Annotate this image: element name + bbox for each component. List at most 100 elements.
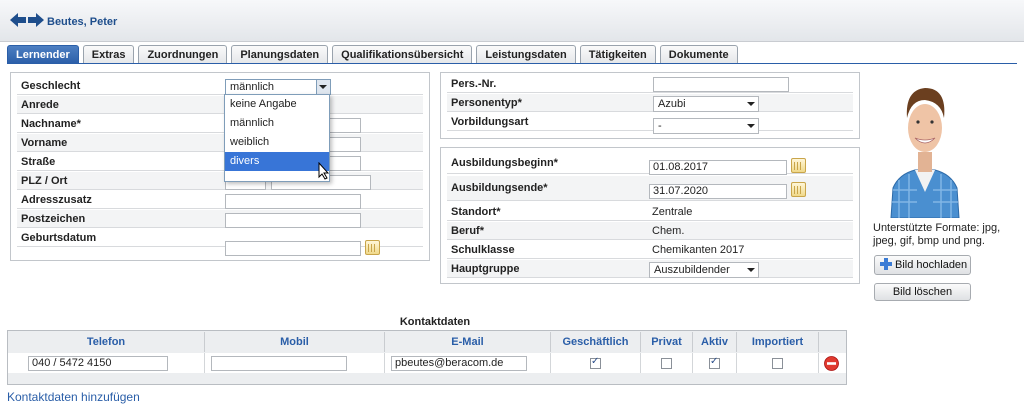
- beruf-value: Chem.: [652, 225, 685, 237]
- table-row: 040 / 5472 4150: [8, 353, 205, 373]
- mobil-input[interactable]: [211, 356, 347, 371]
- geburtsdatum-input[interactable]: [225, 241, 361, 256]
- ende-label: Ausbildungsende*: [451, 182, 548, 194]
- col-aktiv: Aktiv: [693, 332, 737, 352]
- hauptgruppe-value: Auszubildender: [654, 264, 730, 276]
- tab-dokumente[interactable]: Dokumente: [659, 45, 738, 64]
- vorname-label: Vorname: [21, 137, 68, 149]
- chevron-down-icon: [747, 268, 755, 272]
- tab-zuordnungen[interactable]: Zuordnungen: [138, 45, 228, 64]
- personentyp-label: Personentyp*: [451, 97, 522, 109]
- dropdown-button[interactable]: [316, 80, 330, 94]
- row-adresszusatz: Adresszusatz: [17, 191, 423, 209]
- vorbildung-label: Vorbildungsart: [451, 116, 529, 128]
- row-beruf: Beruf* Chem.: [447, 222, 853, 240]
- back-arrow-icon[interactable]: [10, 13, 26, 27]
- remove-icon[interactable]: [824, 356, 839, 371]
- aktiv-cell: [693, 353, 737, 373]
- tab-lernender[interactable]: Lernender: [7, 45, 79, 64]
- calendar-icon[interactable]: [791, 182, 806, 197]
- add-contact-link[interactable]: Kontaktdaten hinzufügen: [7, 390, 140, 404]
- tab-leistungsdaten[interactable]: Leistungsdaten: [476, 45, 576, 64]
- row-strasse: Straße: [17, 153, 423, 171]
- geschlecht-select[interactable]: männlich: [225, 79, 331, 95]
- geburtsdatum-label: Geburtsdatum: [21, 232, 97, 244]
- ende-value: 31.07.2020: [653, 185, 709, 197]
- tab-planungsdaten[interactable]: Planungsdaten: [231, 45, 329, 64]
- option-divers[interactable]: divers: [225, 152, 329, 171]
- aktiv-checkbox[interactable]: [709, 356, 720, 369]
- schulklasse-value: Chemikanten 2017: [652, 244, 745, 256]
- geschlecht-label: Geschlecht: [21, 80, 81, 92]
- hauptgruppe-label: Hauptgruppe: [451, 263, 520, 275]
- chevron-down-icon: [747, 124, 755, 128]
- row-vorname: Vorname: [17, 134, 423, 152]
- history-nav: [10, 13, 44, 27]
- row-nachname: Nachname*: [17, 115, 423, 133]
- tab-underline: [7, 63, 1017, 64]
- tab-bar: Lernender Extras Zuordnungen Planungsdat…: [7, 45, 742, 64]
- geschaeftlich-cell: [551, 353, 641, 373]
- telefon-input[interactable]: 040 / 5472 4150: [28, 356, 168, 371]
- nachname-label: Nachname*: [21, 118, 81, 130]
- person-name: Beutes, Peter: [47, 16, 118, 28]
- email-input[interactable]: pbeutes@beracom.de: [391, 356, 527, 371]
- mouse-cursor-icon: [318, 162, 330, 180]
- forward-arrow-icon[interactable]: [28, 13, 44, 27]
- beginn-value: 01.08.2017: [653, 161, 709, 173]
- col-privat: Privat: [641, 332, 693, 352]
- personentyp-value: Azubi: [658, 98, 686, 110]
- mobil-cell: [205, 353, 385, 373]
- hauptgruppe-select[interactable]: Auszubildender: [649, 262, 759, 278]
- vorbildung-select[interactable]: -: [653, 118, 759, 134]
- personal-data-panel: Geschlecht männlich Anrede Nachname* Vor…: [10, 72, 430, 261]
- beginn-input[interactable]: 01.08.2017: [649, 160, 787, 175]
- calendar-icon[interactable]: [365, 240, 380, 255]
- tab-taetigkeiten[interactable]: Tätigkeiten: [579, 45, 656, 64]
- personentyp-select[interactable]: Azubi: [653, 96, 759, 112]
- persnr-label: Pers.-Nr.: [451, 78, 497, 90]
- col-mobil: Mobil: [205, 332, 385, 352]
- row-standort: Standort* Zentrale: [447, 203, 853, 221]
- beruf-label: Beruf*: [451, 225, 485, 237]
- geschlecht-dropdown-list: keine Angabe männlich weiblich divers: [224, 94, 330, 182]
- col-importiert: Importiert: [737, 332, 819, 352]
- delete-image-button[interactable]: Bild löschen: [874, 283, 971, 301]
- ende-input[interactable]: 31.07.2020: [649, 184, 787, 199]
- telefon-value: 040 / 5472 4150: [32, 357, 112, 369]
- plz-ort-label: PLZ / Ort: [21, 175, 68, 187]
- col-geschaeftlich: Geschäftlich: [551, 332, 641, 352]
- personnel-panel: Pers.-Nr. Personentyp* Azubi Vorbildungs…: [440, 72, 860, 139]
- option-weiblich[interactable]: weiblich: [225, 133, 329, 152]
- row-geburtsdatum: Geburtsdatum: [17, 229, 423, 247]
- option-maennlich[interactable]: männlich: [225, 114, 329, 133]
- photo-formats-text: Unterstützte Formate: jpg, jpeg, gif, bm…: [873, 222, 1001, 247]
- delete-cell: [819, 353, 846, 373]
- col-telefon: Telefon: [8, 332, 205, 352]
- row-geschlecht: Geschlecht: [17, 77, 423, 95]
- tab-extras[interactable]: Extras: [82, 45, 135, 64]
- schulklasse-label: Schulklasse: [451, 244, 515, 256]
- option-keine-angabe[interactable]: keine Angabe: [225, 95, 329, 114]
- profile-photo: [889, 76, 961, 218]
- postzeichen-input[interactable]: [225, 213, 361, 228]
- plus-icon: [880, 258, 892, 270]
- tab-qualifikationsuebersicht[interactable]: Qualifikationsübersicht: [332, 45, 473, 64]
- strasse-label: Straße: [21, 156, 56, 168]
- contacts-title: Kontaktdaten: [399, 316, 471, 328]
- importiert-cell: [737, 353, 819, 373]
- geschaeftlich-checkbox[interactable]: [590, 356, 601, 369]
- geschlecht-value: männlich: [230, 81, 275, 93]
- row-persnr: Pers.-Nr.: [447, 75, 853, 93]
- privat-checkbox[interactable]: [661, 358, 672, 369]
- calendar-icon[interactable]: [791, 158, 806, 173]
- persnr-input[interactable]: [653, 77, 789, 92]
- importiert-checkbox[interactable]: [772, 358, 783, 369]
- header-bar: Beutes, Peter: [0, 0, 1024, 42]
- col-actions: [819, 332, 847, 352]
- adresszusatz-input[interactable]: [225, 194, 361, 209]
- standort-label: Standort*: [451, 206, 501, 218]
- upload-image-button[interactable]: Bild hochladen: [874, 255, 971, 275]
- adresszusatz-label: Adresszusatz: [21, 194, 92, 206]
- email-value: pbeutes@beracom.de: [395, 357, 504, 369]
